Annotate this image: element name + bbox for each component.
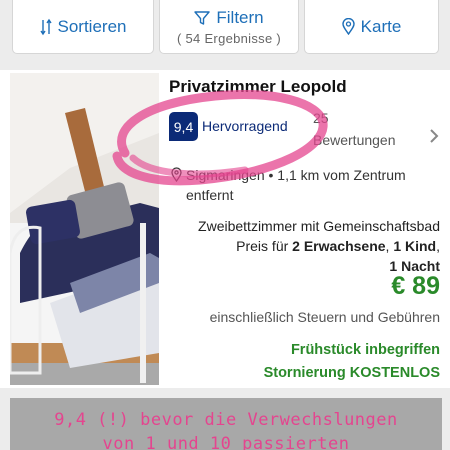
property-card[interactable]: Privatzimmer Leopold 9,4 Hervorragend 25… — [0, 70, 450, 388]
children-count: 1 Kind — [393, 238, 437, 254]
room-type: Zweibettzimmer mit Gemeinschaftsbad — [198, 218, 440, 234]
tax-note: einschließlich Steuern und Gebühren — [209, 309, 440, 325]
map-button[interactable]: Karte — [304, 0, 439, 54]
reviews-label: Bewertungen — [313, 132, 396, 148]
free-cancellation: Stornierung KOSTENLOS — [263, 365, 440, 381]
location-text: Sigmaringen • 1,1 km vom Zentrum entfern… — [186, 167, 406, 203]
results-toolbar: Sortieren Filtern ( 54 Ergebnisse ) Kart… — [0, 0, 450, 62]
annotation-banner: 9,4 (!) bevor die Verwechslungen von 1 u… — [10, 398, 442, 450]
property-name[interactable]: Privatzimmer Leopold — [169, 77, 347, 97]
filter-results-count: ( 54 Ergebnisse ) — [176, 30, 282, 46]
adults-count: 2 Erwachsene — [292, 238, 386, 254]
room-details: Zweibettzimmer mit Gemeinschaftsbad Prei… — [170, 216, 440, 276]
price-for-prefix: Preis für — [236, 238, 289, 254]
map-pin-icon — [341, 18, 355, 35]
sort-icon — [39, 18, 52, 36]
chevron-right-icon[interactable] — [429, 128, 439, 149]
property-location: Sigmaringen • 1,1 km vom Zentrum entfern… — [171, 165, 433, 205]
occupancy-line: Preis für 2 Erwachsene, 1 Kind, — [236, 238, 440, 254]
property-photo[interactable] — [10, 73, 159, 385]
location-pin-icon — [171, 167, 182, 205]
map-label: Karte — [360, 16, 402, 36]
reviews-number: 25 — [313, 110, 329, 126]
annotation-text: 9,4 (!) bevor die Verwechslungen von 1 u… — [16, 408, 436, 450]
annotation-line-2: von 1 und 10 passierten — [102, 434, 350, 450]
filter-icon — [194, 10, 211, 26]
review-score-badge: 9,4 — [169, 112, 198, 141]
breakfast-included: Frühstück inbegriffen — [290, 342, 440, 358]
price: € 89 — [391, 272, 440, 300]
search-results-screen: Sortieren Filtern ( 54 Ergebnisse ) Kart… — [0, 0, 450, 450]
annotation-line-1: 9,4 (!) bevor die Verwechslungen — [54, 410, 398, 430]
sort-button[interactable]: Sortieren — [12, 0, 154, 54]
rating-label: Hervorragend — [202, 118, 288, 134]
filter-label: Filtern — [216, 7, 264, 27]
filter-button[interactable]: Filtern ( 54 Ergebnisse ) — [159, 0, 299, 54]
sort-label: Sortieren — [57, 16, 127, 36]
reviews-count: 25 Bewertungen — [313, 107, 413, 151]
rating-summary: 9,4 Hervorragend — [169, 110, 288, 141]
